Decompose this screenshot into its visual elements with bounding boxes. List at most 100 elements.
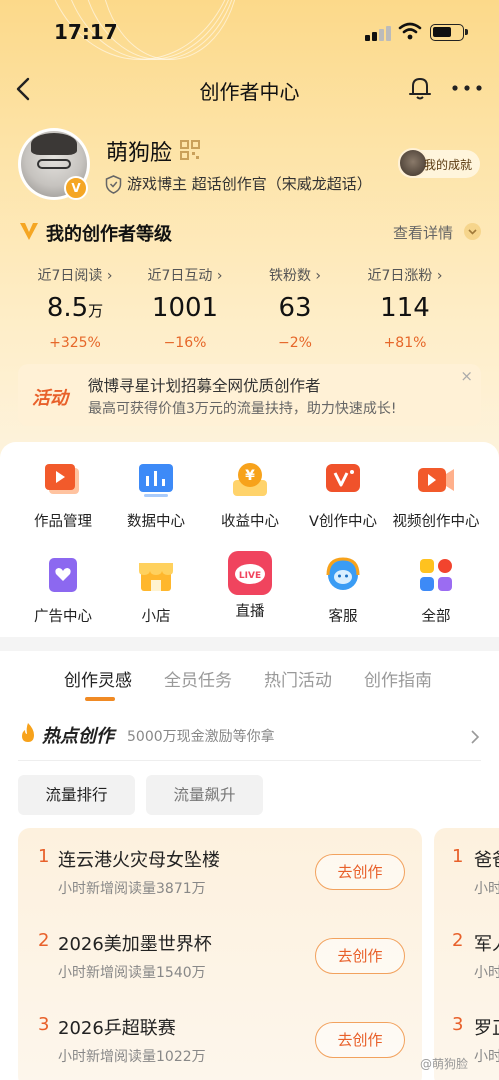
grid-item-video[interactable]: 视频创作中心 <box>386 460 486 531</box>
stat-fans-growth[interactable]: 近7日涨粉 › 114 +81% <box>350 265 460 351</box>
all-icon <box>416 555 456 595</box>
hot-list-card: 1 连云港火灾母女坠楼 小时新增阅读量3871万 去创作 2 2026美加墨世界… <box>18 828 422 1080</box>
svg-text:¥: ¥ <box>245 468 255 484</box>
chevron-right-icon[interactable] <box>470 730 480 744</box>
qrcode-icon[interactable] <box>180 140 200 160</box>
profile-tagline: 游戏博主 超话创作官（宋威龙超话） <box>127 175 372 193</box>
service-icon <box>323 555 363 595</box>
v-create-icon <box>323 460 363 500</box>
pill-traffic-rank[interactable]: 流量排行 <box>18 775 135 815</box>
v-level-icon <box>20 223 38 240</box>
hot-creation-subtitle: 5000万现金激励等你拿 <box>127 729 275 745</box>
grid-label: 小店 <box>141 609 171 625</box>
topic-title: 2026美加墨世界杯 <box>58 934 212 955</box>
stat-value: 8.5 <box>46 293 89 323</box>
create-button[interactable]: 去创作 <box>315 854 405 890</box>
rank-number: 3 <box>452 1014 464 1035</box>
grid-item-shop[interactable]: 小店 <box>106 555 206 626</box>
activity-banner[interactable]: 活动 微博寻星计划招募全网优质创作者 最高可获得价值3万元的流量扶持，助力快速成… <box>18 364 481 426</box>
close-icon[interactable]: × <box>460 367 473 385</box>
banner-headline: 微博寻星计划招募全网优质创作者 <box>88 377 321 395</box>
live-badge-text: LIVE <box>239 571 261 581</box>
list-item[interactable]: 3 2026乒超联赛 小时新增阅读量1022万 去创作 <box>18 996 422 1080</box>
tab-inspiration[interactable]: 创作灵感 <box>64 666 132 691</box>
topic-stat: 小时 <box>474 881 499 897</box>
stat-interactions[interactable]: 近7日互动 › 1001 −16% <box>130 265 240 351</box>
video-icon <box>416 460 456 500</box>
divider <box>18 760 481 761</box>
grid-item-service[interactable]: 客服 <box>293 555 393 626</box>
stat-value: 63 <box>278 293 312 323</box>
rank-number: 3 <box>38 1014 50 1035</box>
stat-iron-fans[interactable]: 铁粉数 › 63 −2% <box>240 265 350 351</box>
level-title: 我的创作者等级 <box>46 224 172 245</box>
grid-label: 数据中心 <box>127 514 185 530</box>
grid-label: 收益中心 <box>221 514 279 530</box>
stat-change: −16% <box>163 335 207 351</box>
shop-icon <box>136 555 176 595</box>
topic-title: 军人 <box>474 934 499 955</box>
chevron-down-icon[interactable] <box>464 223 481 240</box>
data-icon <box>136 460 176 500</box>
tab-indicator <box>85 697 115 701</box>
signal-icon <box>365 25 391 41</box>
stat-unit: 万 <box>88 302 104 320</box>
grid-label: 全部 <box>421 609 451 625</box>
stat-change: +81% <box>383 335 427 351</box>
bell-icon[interactable] <box>406 74 434 102</box>
create-button[interactable]: 去创作 <box>315 938 405 974</box>
shield-icon <box>105 175 122 194</box>
status-bar: 17:17 <box>0 0 499 64</box>
profile-name: 萌狗脸 <box>106 141 173 166</box>
tab-tasks[interactable]: 全员任务 <box>164 666 232 691</box>
grid-item-income[interactable]: ¥ 收益中心 <box>200 460 300 531</box>
ad-icon <box>43 555 83 595</box>
verified-badge: V <box>64 176 88 200</box>
grid-item-ad[interactable]: 广告中心 <box>13 555 113 626</box>
topic-stat: 小时新增阅读量1540万 <box>58 965 206 981</box>
back-arrow-icon[interactable] <box>12 74 36 104</box>
grid-item-v-create[interactable]: V创作中心 <box>293 460 393 531</box>
grid-label: 广告中心 <box>34 609 92 625</box>
topic-title: 2026乒超联赛 <box>58 1018 176 1039</box>
stat-value: 1001 <box>151 293 219 323</box>
grid-item-all[interactable]: 全部 <box>386 555 486 626</box>
topic-title: 罗正 <box>474 1018 499 1039</box>
topic-title: 爸爸 <box>474 850 499 871</box>
live-icon: LIVE <box>227 550 273 596</box>
topic-title: 连云港火灾母女坠楼 <box>58 850 220 871</box>
achievement-button[interactable]: 我的成就 <box>398 148 480 178</box>
level-details-link[interactable]: 查看详情 <box>393 222 453 243</box>
tab-hot-events[interactable]: 热门活动 <box>264 666 332 691</box>
list-item[interactable]: 2 军人 小时 <box>434 912 499 996</box>
grid-label: V创作中心 <box>309 514 377 530</box>
list-item[interactable]: 2 2026美加墨世界杯 小时新增阅读量1540万 去创作 <box>18 912 422 996</box>
stat-reads[interactable]: 近7日阅读 › 8.5万 +325% <box>20 265 130 351</box>
rank-number: 2 <box>452 930 464 951</box>
rank-number: 2 <box>38 930 50 951</box>
grid-item-live[interactable]: LIVE 直播 <box>200 550 300 621</box>
status-time: 17:17 <box>54 20 118 44</box>
grid-label: 视频创作中心 <box>392 514 480 530</box>
grid-label: 作品管理 <box>34 514 92 530</box>
tab-guide[interactable]: 创作指南 <box>364 666 432 691</box>
surge-list-card[interactable]: 1 爸爸 小时 2 军人 小时 3 罗正 小时 <box>434 828 499 1080</box>
more-icon[interactable] <box>450 80 484 96</box>
works-icon <box>43 460 83 500</box>
topic-stat: 小时 <box>474 1049 499 1065</box>
list-item[interactable]: 1 连云港火灾母女坠楼 小时新增阅读量3871万 去创作 <box>18 828 422 912</box>
grid-item-works[interactable]: 作品管理 <box>13 460 113 531</box>
pill-traffic-surge[interactable]: 流量飙升 <box>146 775 263 815</box>
banner-subtext: 最高可获得价值3万元的流量扶持，助力快速成长! <box>88 401 397 417</box>
rank-number: 1 <box>452 846 464 867</box>
wifi-icon <box>398 22 422 40</box>
grid-item-data[interactable]: 数据中心 <box>106 460 206 531</box>
list-item[interactable]: 1 爸爸 小时 <box>434 828 499 912</box>
watermark: @萌狗脸 <box>420 1057 469 1071</box>
topic-stat: 小时 <box>474 965 499 981</box>
topic-stat: 小时新增阅读量3871万 <box>58 881 206 897</box>
stat-change: −2% <box>278 335 312 351</box>
achievement-label: 我的成就 <box>424 158 473 172</box>
create-button[interactable]: 去创作 <box>315 1022 405 1058</box>
stat-label: 近7日互动 › <box>147 268 223 284</box>
